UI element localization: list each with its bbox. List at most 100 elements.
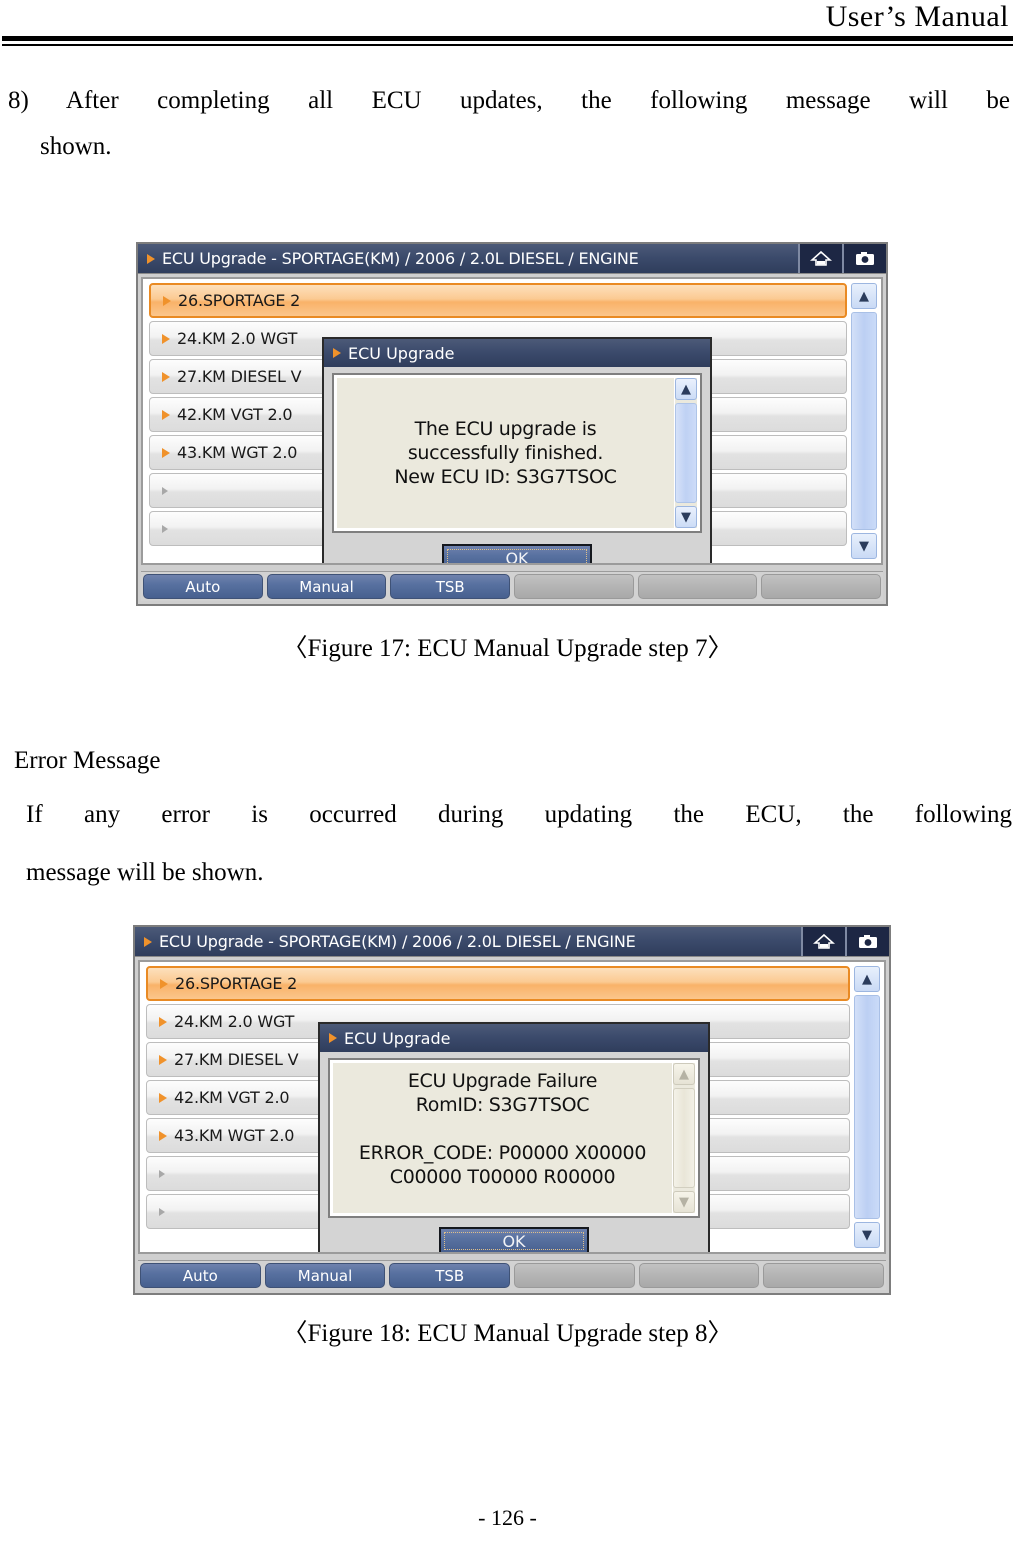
- header-rule-thick: [2, 36, 1013, 41]
- toolbar-button-blank-1: [514, 1263, 635, 1288]
- triangle-right-icon: [159, 1054, 167, 1065]
- dialog-message-area: ECU Upgrade Failure RomID: S3G7TSOC ERRO…: [333, 1063, 672, 1213]
- toolbar-button-tsb[interactable]: TSB: [389, 1263, 511, 1288]
- triangle-right-icon: [162, 447, 170, 458]
- triangle-right-icon: [163, 295, 171, 306]
- triangle-right-icon: [162, 333, 170, 344]
- list-item-label: 26.SPORTAGE 2: [178, 291, 301, 310]
- scroll-up-button[interactable]: ▲: [851, 283, 877, 309]
- dialog-error-text: ECU Upgrade Failure RomID: S3G7TSOC ERRO…: [358, 1070, 647, 1188]
- dialog-scroll-up-button[interactable]: ▲: [673, 1063, 695, 1085]
- home-icon[interactable]: [801, 927, 845, 956]
- error-message-heading: Error Message: [14, 747, 161, 774]
- triangle-right-icon: [329, 1033, 337, 1043]
- dialog-message-text: The ECU upgrade is successfully finished…: [394, 418, 617, 488]
- page-number: - 126 -: [478, 1505, 537, 1530]
- dialog-footer: OK: [324, 535, 710, 565]
- ok-button-label: OK: [502, 1231, 526, 1251]
- bottom-toolbar: Auto Manual TSB: [138, 1260, 886, 1290]
- dialog-scrollbar-thumb[interactable]: [675, 403, 697, 503]
- toolbar-button-auto[interactable]: Auto: [143, 574, 263, 599]
- dialog-scrollbar[interactable]: ▲ ▼: [675, 378, 697, 528]
- list-item-label: 24.KM 2.0 WGT: [174, 1012, 295, 1031]
- figure18-caption: 〈Figure 18: ECU Manual Upgrade step 8〉: [282, 1320, 733, 1347]
- dialog-footer: OK: [320, 1218, 708, 1252]
- chevron-up-icon: ▲: [859, 288, 869, 304]
- triangle-right-icon: [159, 1092, 167, 1103]
- figure17-caption: 〈Figure 17: ECU Manual Upgrade step 7〉: [282, 635, 733, 662]
- dialog-scrollbar-thumb[interactable]: [673, 1088, 695, 1188]
- toolbar-button-tsb[interactable]: TSB: [390, 574, 511, 599]
- list-item[interactable]: 26.SPORTAGE 2: [149, 283, 847, 318]
- triangle-right-icon: [159, 1130, 167, 1141]
- triangle-right-icon: [162, 409, 170, 420]
- scroll-down-button[interactable]: ▼: [854, 1222, 880, 1248]
- toolbar-button-blank-1: [514, 574, 634, 599]
- list-item-label: 24.KM 2.0 WGT: [177, 329, 298, 348]
- chevron-up-icon: ▲: [862, 971, 872, 987]
- triangle-right-icon: [160, 978, 168, 989]
- home-icon-svg: [810, 250, 832, 266]
- dialog-scroll-down-button[interactable]: ▼: [673, 1191, 695, 1213]
- list-item[interactable]: 26.SPORTAGE 2: [146, 966, 850, 1001]
- list-item-label: 42.KM VGT 2.0: [177, 405, 293, 424]
- dialog-scroll-up-button[interactable]: ▲: [675, 378, 697, 400]
- triangle-right-icon: [159, 1207, 165, 1216]
- toolbar-button-blank-3: [763, 1263, 885, 1288]
- list-item-label: 26.SPORTAGE 2: [175, 974, 298, 993]
- home-icon[interactable]: [798, 244, 842, 273]
- ecu-upgrade-dialog: ECU Upgrade The ECU upgrade is successfu…: [322, 337, 712, 565]
- scroll-down-button[interactable]: ▼: [851, 533, 877, 559]
- camera-icon-svg: [856, 251, 874, 265]
- ecu-upgrade-error-dialog: ECU Upgrade ECU Upgrade Failure RomID: S…: [318, 1022, 710, 1252]
- toolbar-button-manual[interactable]: Manual: [264, 1263, 386, 1288]
- triangle-right-icon: [162, 486, 168, 495]
- chevron-down-icon: ▼: [681, 509, 691, 525]
- toolbar-button-auto[interactable]: Auto: [140, 1263, 261, 1288]
- window-content-area: 26.SPORTAGE 2 24.KM 2.0 WGT 27.KM DIESEL…: [141, 277, 883, 565]
- dialog-scrollbar[interactable]: ▲ ▼: [673, 1063, 695, 1213]
- list-scrollbar[interactable]: ▲ ▼: [851, 283, 877, 559]
- camera-icon[interactable]: [845, 927, 889, 956]
- bottom-toolbar: Auto Manual TSB: [141, 571, 883, 601]
- list-item-label: 43.KM WGT 2.0: [177, 443, 298, 462]
- dialog-titlebar: ECU Upgrade: [324, 339, 710, 367]
- dialog-title: ECU Upgrade: [348, 343, 455, 363]
- scrollbar-thumb[interactable]: [854, 995, 880, 1219]
- toolbar-button-blank-2: [638, 1263, 760, 1288]
- toolbar-button-manual[interactable]: Manual: [266, 574, 387, 599]
- window-title: ECU Upgrade - SPORTAGE(KM) / 2006 / 2.0L…: [162, 249, 639, 268]
- scrollbar-thumb[interactable]: [851, 312, 877, 530]
- window-content-area: 26.SPORTAGE 2 24.KM 2.0 WGT 27.KM DIESEL…: [138, 960, 886, 1254]
- chevron-up-icon: ▲: [681, 381, 691, 397]
- ok-button-label: OK: [505, 548, 529, 565]
- window-titlebar: ECU Upgrade - SPORTAGE(KM) / 2006 / 2.0L…: [135, 927, 889, 957]
- step8-paragraph-line2: shown.: [40, 133, 112, 160]
- titlebar-icon-group: [801, 927, 889, 956]
- step8-paragraph-line1: 8) After completing all ECU updates, the…: [8, 87, 1010, 114]
- triangle-right-icon: [333, 348, 341, 358]
- triangle-right-icon: [159, 1016, 167, 1027]
- dialog-scroll-down-button[interactable]: ▼: [675, 506, 697, 528]
- header-rule-thin: [2, 44, 1013, 46]
- chevron-up-icon: ▲: [679, 1066, 689, 1082]
- dialog-titlebar: ECU Upgrade: [320, 1024, 708, 1052]
- window-title: ECU Upgrade - SPORTAGE(KM) / 2006 / 2.0L…: [159, 932, 636, 951]
- toolbar-button-blank-2: [637, 574, 758, 599]
- error-paragraph-line2: message will be shown.: [26, 859, 264, 886]
- ok-button[interactable]: OK: [439, 1227, 589, 1252]
- triangle-right-icon: [144, 936, 152, 947]
- dialog-title: ECU Upgrade: [344, 1028, 451, 1048]
- figure18-screenshot: ECU Upgrade - SPORTAGE(KM) / 2006 / 2.0L…: [133, 925, 891, 1295]
- list-item-label: 27.KM DIESEL V: [174, 1050, 299, 1069]
- triangle-right-icon: [159, 1169, 165, 1178]
- home-icon-svg: [813, 933, 835, 949]
- ok-button[interactable]: OK: [442, 544, 592, 565]
- list-item-label: 27.KM DIESEL V: [177, 367, 302, 386]
- dialog-content-frame: ECU Upgrade Failure RomID: S3G7TSOC ERRO…: [328, 1058, 700, 1218]
- camera-icon[interactable]: [842, 244, 886, 273]
- scroll-up-button[interactable]: ▲: [854, 966, 880, 992]
- list-scrollbar[interactable]: ▲ ▼: [854, 966, 880, 1248]
- dialog-content-frame: The ECU upgrade is successfully finished…: [332, 373, 702, 533]
- dialog-message-area: The ECU upgrade is successfully finished…: [337, 378, 674, 528]
